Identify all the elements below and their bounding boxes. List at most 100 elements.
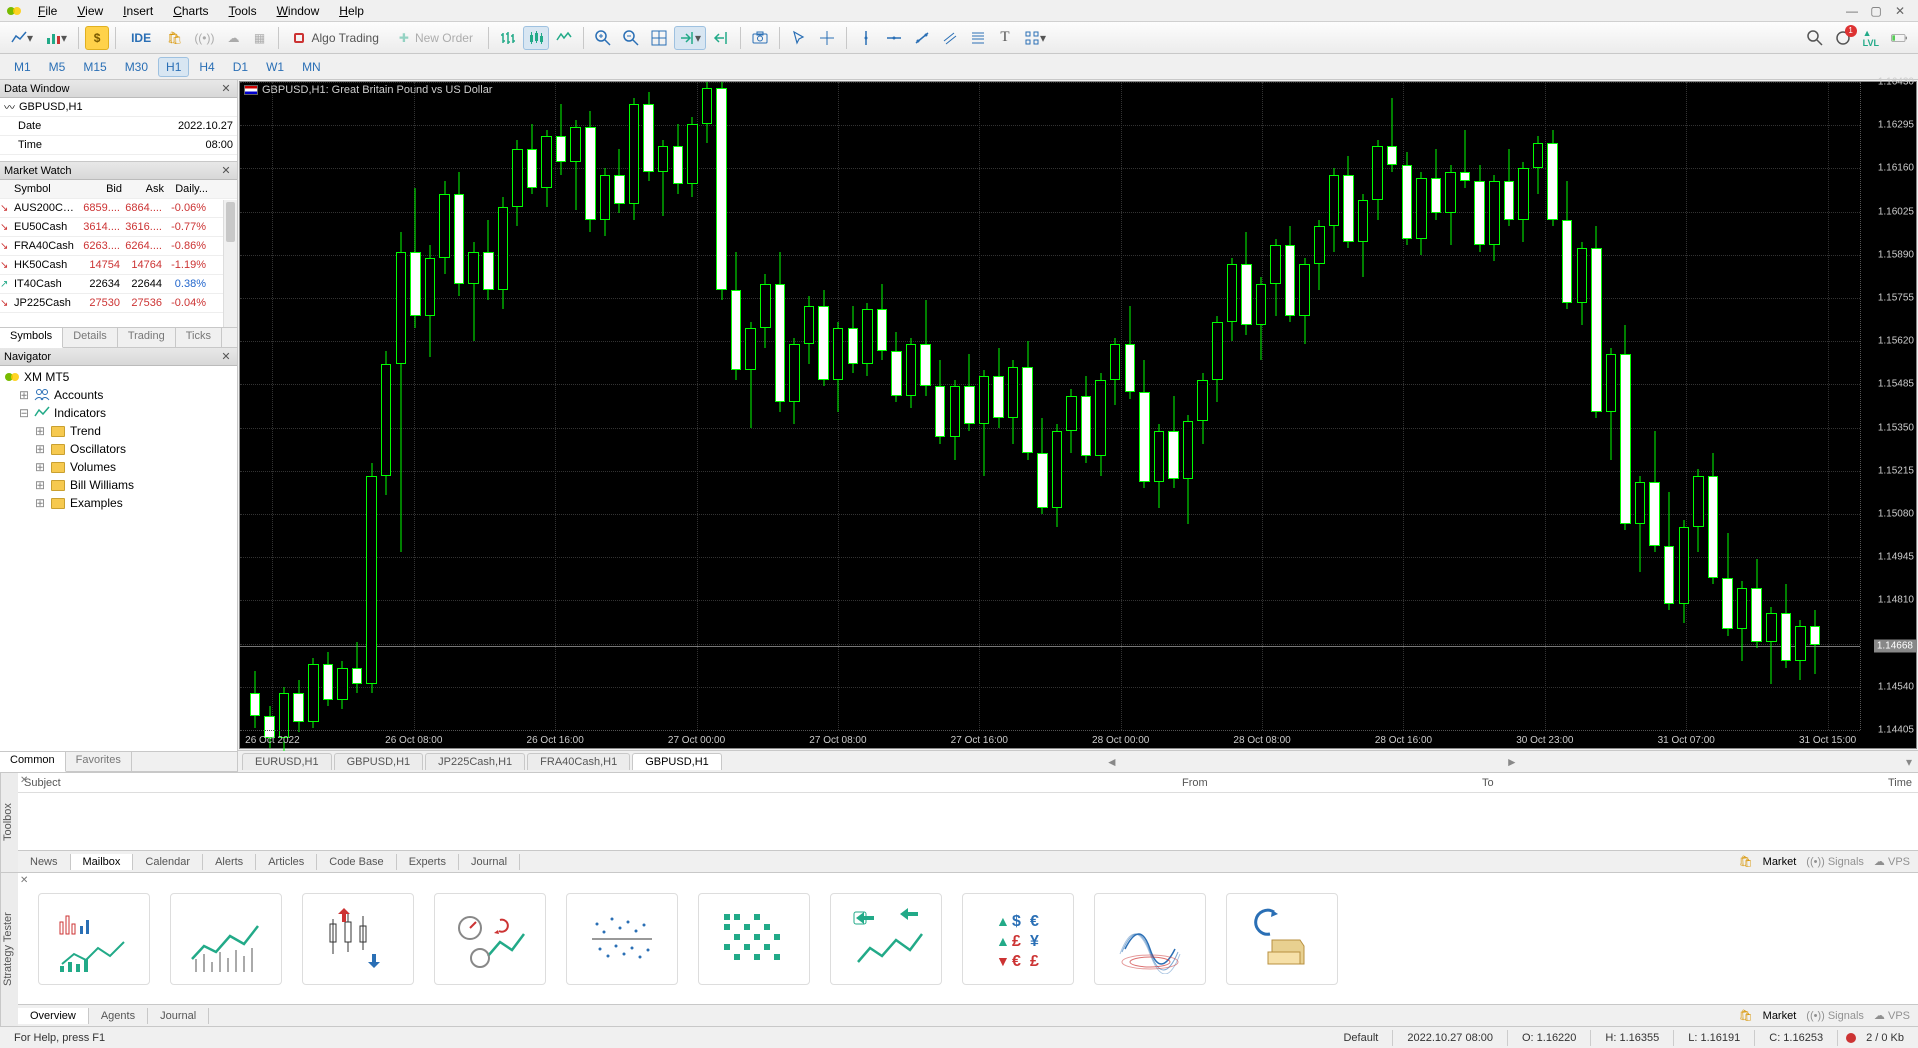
toolbox-tab-mailbox[interactable]: Mailbox [71,854,134,870]
ide-button[interactable]: IDE [122,26,160,50]
market-watch-row[interactable]: ↘ FRA40Cash 6263.... 6264.... -0.86% [0,237,237,256]
nav-item-trend[interactable]: ⊞Trend [2,422,235,440]
col-symbol[interactable]: Symbol [14,183,80,195]
col-to[interactable]: To [1482,777,1782,789]
close-icon[interactable]: ✕ [219,164,233,178]
mw-tab-ticks[interactable]: Ticks [176,328,222,347]
close-icon[interactable]: ✕ [219,350,233,364]
menu-help[interactable]: Help [329,2,374,20]
autoscroll-icon[interactable]: ▾ [674,26,706,50]
tab-prev-icon[interactable]: ◄ [1100,755,1124,769]
strategy-card-matrix[interactable] [698,893,810,985]
timeframe-M30[interactable]: M30 [117,57,156,77]
strategy-tab-agents[interactable]: Agents [89,1008,148,1024]
chart-canvas[interactable]: GBPUSD,H1: Great Britain Pound vs US Dol… [239,81,1917,749]
status-profile[interactable]: Default [1337,1032,1384,1044]
market-link[interactable]: Market [1763,1010,1797,1022]
toolbox-tab-experts[interactable]: Experts [397,854,459,870]
bars-icon[interactable] [495,26,521,50]
shift-icon[interactable] [708,26,734,50]
strategy-card-visualize[interactable] [38,893,150,985]
nav-tab-common[interactable]: Common [0,752,66,772]
strategy-label[interactable]: Strategy Tester [0,873,18,1026]
timeframe-M5[interactable]: M5 [41,57,74,77]
market-icon[interactable]: 🛍 [162,26,187,50]
menu-file[interactable]: File [28,2,67,20]
toolbox-tab-news[interactable]: News [18,854,71,870]
strategy-card-stress[interactable] [434,893,546,985]
market-watch-row[interactable]: ↘ EU50Cash 3614.... 3616.... -0.77% [0,218,237,237]
tab-menu-icon[interactable]: ▾ [1900,755,1918,769]
toolbox-label[interactable]: Toolbox [0,773,18,872]
market-link[interactable]: Market [1763,856,1797,868]
strategy-tab-overview[interactable]: Overview [18,1008,89,1024]
snapshot-icon[interactable] [747,26,773,50]
nav-item-examples[interactable]: ⊞Examples [2,494,235,512]
close-icon[interactable]: ✕ [219,82,233,96]
chart-tab[interactable]: JP225Cash,H1 [425,753,525,770]
strategy-card-market[interactable]: ▲$€▲£¥▼€£ [962,893,1074,985]
maximize-icon[interactable]: ▢ [1864,3,1888,19]
chart-tab[interactable]: EURUSD,H1 [242,753,332,770]
scrollbar[interactable] [223,200,237,327]
line-icon[interactable] [551,26,577,50]
mw-tab-details[interactable]: Details [63,328,118,347]
nav-root[interactable]: XM MT5 [2,368,235,386]
market-watch-row[interactable]: ↗ IT40Cash 22634 22644 0.38% [0,275,237,294]
signals-icon[interactable]: ((•)) [189,26,219,50]
col-from[interactable]: From [1182,777,1482,789]
crosshair-icon[interactable] [814,26,840,50]
nav-item-indicators[interactable]: ⊟Indicators [2,404,235,422]
new-order-button[interactable]: ✚New Order [390,26,482,50]
market-watch-row[interactable]: ↘ HK50Cash 14754 14764 -1.19% [0,256,237,275]
timeframe-W1[interactable]: W1 [258,57,292,77]
fibo-icon[interactable] [965,26,991,50]
toolbox-tab-calendar[interactable]: Calendar [133,854,203,870]
hline-icon[interactable] [881,26,907,50]
vline-icon[interactable] [853,26,879,50]
tab-next-icon[interactable]: ► [1500,755,1524,769]
objects-icon[interactable]: ▾ [1019,26,1051,50]
menu-window[interactable]: Window [267,2,330,20]
strategy-card-optimize[interactable] [302,893,414,985]
minimize-icon[interactable]: — [1840,3,1864,19]
col-subject[interactable]: Subject [24,777,1182,789]
menu-insert[interactable]: Insert [113,2,163,20]
grid-icon[interactable] [646,26,672,50]
strategy-tab-journal[interactable]: Journal [148,1008,209,1024]
market-watch-row[interactable]: ↘ JP225Cash 27530 27536 -0.04% [0,294,237,313]
equidistant-icon[interactable] [937,26,963,50]
search-icon[interactable] [1802,26,1828,50]
toolbox-tab-alerts[interactable]: Alerts [203,854,256,870]
toolbox-tab-code-base[interactable]: Code Base [317,854,396,870]
toolbox-tab-journal[interactable]: Journal [459,854,520,870]
dollar-icon[interactable]: $ [85,26,109,50]
timeframe-H4[interactable]: H4 [191,57,222,77]
nav-tab-favorites[interactable]: Favorites [66,752,132,771]
nav-item-volumes[interactable]: ⊞Volumes [2,458,235,476]
cursor-icon[interactable] [786,26,812,50]
col-bid[interactable]: Bid [80,183,122,195]
timeframe-H1[interactable]: H1 [158,57,189,77]
chart-tab[interactable]: GBPUSD,H1 [632,753,722,770]
strategy-card-scatter[interactable] [566,893,678,985]
strategy-card-math[interactable] [1094,893,1206,985]
mw-tab-trading[interactable]: Trading [118,328,176,347]
timeframe-M15[interactable]: M15 [75,57,114,77]
mw-tab-symbols[interactable]: Symbols [0,328,63,348]
col-daily[interactable]: Daily... [164,183,208,195]
line-chart-icon[interactable]: ▾ [6,26,38,50]
toolbox-tab-articles[interactable]: Articles [256,854,317,870]
timeframe-D1[interactable]: D1 [225,57,256,77]
trendline-icon[interactable] [909,26,935,50]
menu-tools[interactable]: Tools [219,2,267,20]
bar-chart-icon[interactable]: ▾ [40,26,72,50]
close-icon[interactable]: ✕ [1888,3,1912,19]
menu-view[interactable]: View [67,2,113,20]
vps-icon[interactable]: ☁ [222,26,246,50]
chart-tab[interactable]: GBPUSD,H1 [334,753,424,770]
algo-trading-button[interactable]: Algo Trading [285,26,388,50]
level-icon[interactable]: ▲LVL [1858,26,1884,50]
nav-item-oscillators[interactable]: ⊞Oscillators [2,440,235,458]
zoom-in-icon[interactable] [590,26,616,50]
